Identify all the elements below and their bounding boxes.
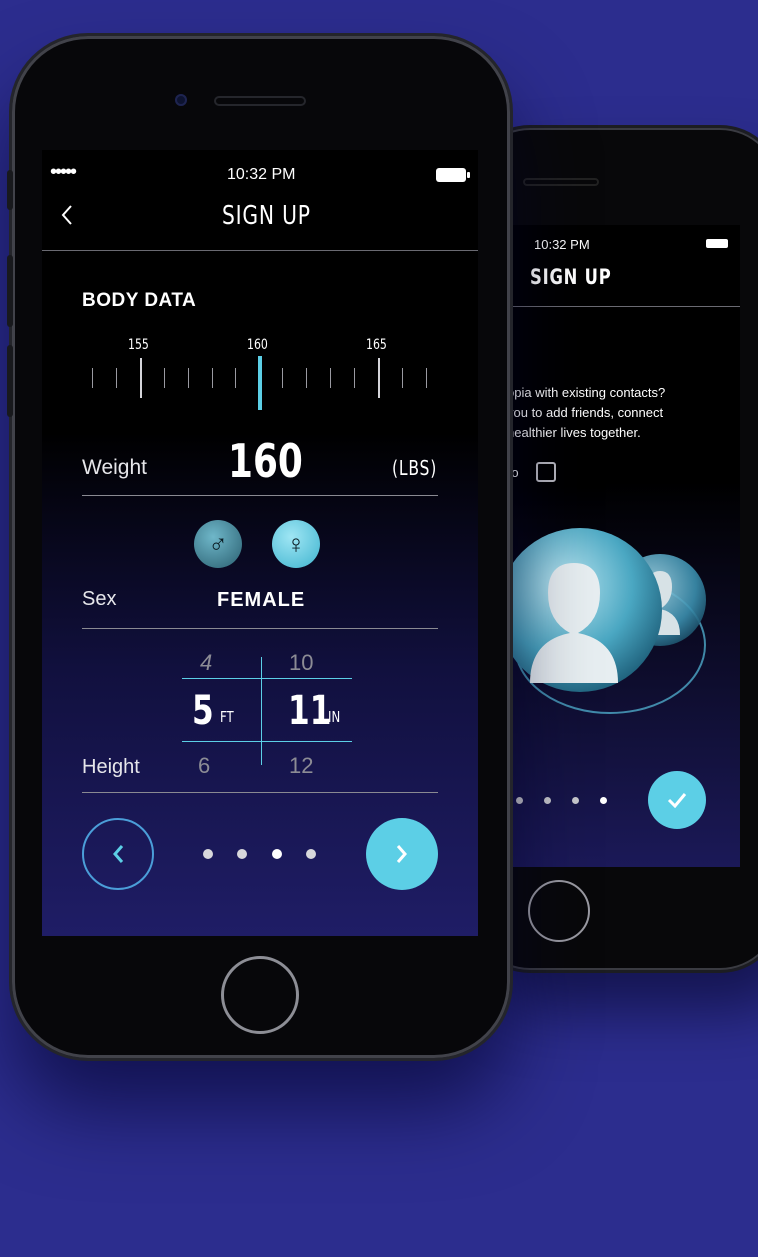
male-button[interactable]: ♂ (194, 520, 242, 568)
status-time: 10:32 PM (227, 166, 296, 183)
height-divider (82, 792, 438, 793)
ruler-tick (354, 368, 355, 388)
inches-value: 11 (288, 688, 332, 734)
pager-dot[interactable] (203, 849, 213, 859)
mute-switch (7, 170, 13, 210)
ruler-tick (212, 368, 213, 388)
pager-dot-active[interactable] (272, 849, 282, 859)
confirm-button[interactable] (648, 771, 706, 829)
weight-label: Weight (82, 456, 147, 479)
ruler-tick (235, 368, 236, 388)
ruler-tick (330, 368, 331, 388)
inches-below: 12 (289, 753, 314, 778)
back-pager-dot[interactable] (544, 797, 551, 804)
height-picker[interactable]: 4 5 FT 6 10 11 IN 12 (182, 645, 352, 778)
ruler-major-tick (378, 358, 380, 398)
ruler-label: 165 (366, 337, 387, 353)
ruler-tick (402, 368, 403, 388)
signal-indicator: ••••• (50, 161, 77, 183)
ruler-major-tick (140, 358, 142, 398)
inches-unit: IN (328, 708, 341, 726)
ruler-selected-indicator[interactable] (258, 356, 262, 410)
weight-unit: (LBS) (392, 456, 438, 480)
ruler-label: 160 (247, 337, 268, 353)
female-symbol-icon: ♀ (286, 528, 306, 559)
chevron-left-icon (113, 845, 124, 863)
battery-tip (467, 172, 470, 178)
sex-divider (82, 628, 438, 629)
feet-unit: FT (220, 708, 234, 726)
back-page-title: SIGN UP (530, 265, 612, 289)
volume-down-button (7, 345, 13, 417)
ruler-tick (188, 368, 189, 388)
feet-value: 5 (192, 688, 214, 734)
sex-value: FEMALE (217, 589, 306, 611)
inches-above: 10 (289, 650, 314, 675)
back-no-checkbox[interactable] (536, 462, 556, 482)
ruler-tick (306, 368, 307, 388)
back-home-button[interactable] (528, 880, 590, 942)
check-icon (667, 793, 687, 808)
weight-divider (82, 495, 438, 496)
front-camera (175, 94, 187, 106)
previous-button[interactable] (82, 818, 154, 890)
back-phone-screen: 10:32 PM SIGN UP opia with existing cont… (510, 225, 740, 867)
pager-dot[interactable] (306, 849, 316, 859)
contacts-illustration (510, 528, 706, 714)
back-status-time: 10:32 PM (534, 237, 590, 252)
front-phone-screen: ••••• 10:32 PM SIGN UP BODY DATA 155 160… (42, 150, 478, 936)
weight-value: 160 (228, 434, 303, 488)
front-home-button[interactable] (221, 956, 299, 1034)
picker-line-bottom (182, 741, 352, 742)
feet-below: 6 (198, 753, 211, 778)
height-label: Height (82, 756, 140, 778)
back-pager-dot[interactable] (516, 797, 523, 804)
female-button[interactable]: ♀ (272, 520, 320, 568)
picker-column-divider (261, 657, 262, 765)
back-no-label: No (510, 465, 519, 480)
chevron-left-icon[interactable] (60, 204, 74, 226)
ruler-tick (164, 368, 165, 388)
weight-ruler[interactable]: 155 160 165 (82, 336, 438, 416)
ruler-label: 155 (128, 337, 149, 353)
section-title: BODY DATA (82, 290, 197, 311)
header-divider (42, 250, 478, 251)
front-speaker (214, 96, 306, 106)
back-pager-dot-active[interactable] (600, 797, 607, 804)
ruler-tick (92, 368, 93, 388)
pager-dot[interactable] (237, 849, 247, 859)
ruler-tick (282, 368, 283, 388)
volume-up-button (7, 255, 13, 327)
chevron-right-icon (396, 845, 407, 863)
back-battery-icon (706, 239, 728, 248)
next-button[interactable] (366, 818, 438, 890)
page-title: SIGN UP (222, 201, 311, 231)
sex-label: Sex (82, 588, 117, 610)
ruler-tick (426, 368, 427, 388)
picker-line-top (182, 678, 352, 679)
ruler-tick (116, 368, 117, 388)
battery-icon (436, 168, 466, 182)
back-phone-speaker (523, 178, 599, 186)
back-question-text: opia with existing contacts? you to add … (510, 385, 666, 440)
back-header-divider (510, 306, 740, 307)
feet-above: 4 (200, 650, 213, 675)
male-symbol-icon: ♂ (208, 528, 228, 559)
back-pager-dot[interactable] (572, 797, 579, 804)
